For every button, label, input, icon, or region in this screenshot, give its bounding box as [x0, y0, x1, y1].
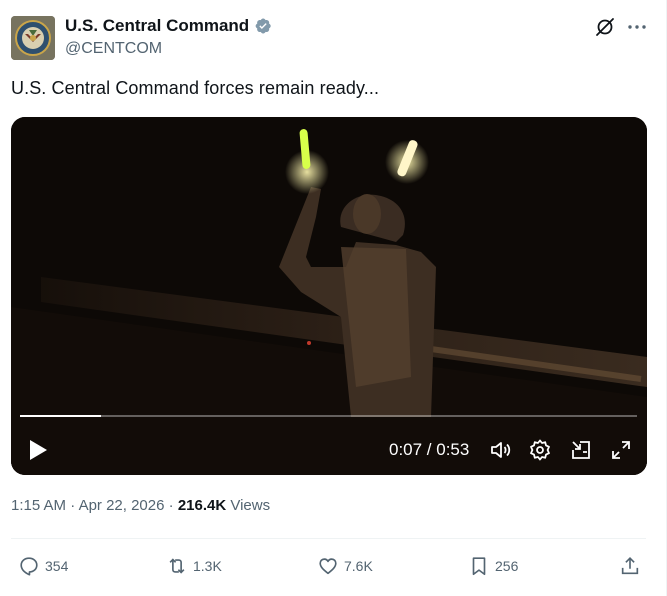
bookmark-icon	[472, 557, 486, 576]
like-count: 7.6K	[344, 558, 373, 574]
meta-separator: ·	[168, 497, 174, 514]
tweet-header: U.S. Central Command @CENTCOM	[11, 14, 656, 64]
handle[interactable]: @CENTCOM	[65, 40, 272, 58]
video-time: 0:07 / 0:53	[389, 440, 470, 459]
tweet-time[interactable]: 1:15 AM	[11, 497, 66, 514]
more-options-icon[interactable]	[626, 16, 648, 38]
reply-button[interactable]: 354	[18, 554, 68, 578]
volume-icon[interactable]	[489, 438, 513, 462]
play-icon[interactable]	[25, 437, 51, 463]
reply-icon	[20, 557, 38, 576]
like-button[interactable]: 7.6K	[317, 554, 373, 578]
display-name[interactable]: U.S. Central Command	[65, 16, 249, 36]
bookmark-count: 256	[495, 558, 519, 574]
tweet-date[interactable]: Apr 22, 2026	[79, 497, 165, 514]
video-player[interactable]: 0:07 / 0:53	[11, 117, 647, 475]
settings-gear-icon[interactable]	[528, 438, 552, 462]
bookmark-button[interactable]: 256	[468, 554, 518, 578]
repost-count: 1.3K	[193, 558, 222, 574]
pip-icon[interactable]	[569, 438, 593, 462]
repost-button[interactable]: 1.3K	[166, 554, 222, 578]
heart-icon	[319, 558, 337, 575]
verified-badge-icon[interactable]	[254, 17, 272, 35]
reply-count: 354	[45, 558, 69, 574]
video-frame	[11, 117, 647, 475]
tweet-text: U.S. Central Command forces remain ready…	[11, 78, 380, 98]
grok-icon[interactable]	[594, 16, 616, 38]
centcom-seal-icon	[11, 16, 55, 60]
share-button[interactable]	[619, 554, 641, 578]
video-progress-fill	[20, 415, 102, 417]
repost-icon	[169, 558, 185, 574]
share-icon	[621, 557, 639, 575]
divider	[11, 538, 646, 539]
video-progress-bar[interactable]	[20, 415, 637, 417]
avatar[interactable]	[11, 16, 55, 60]
fullscreen-icon[interactable]	[609, 438, 633, 462]
views-label: Views	[230, 497, 271, 514]
tweet-meta: 1:15 AM · Apr 22, 2026 · 216.4K Views	[11, 497, 270, 514]
views-count: 216.4K	[177, 497, 227, 514]
meta-separator: ·	[70, 497, 76, 514]
